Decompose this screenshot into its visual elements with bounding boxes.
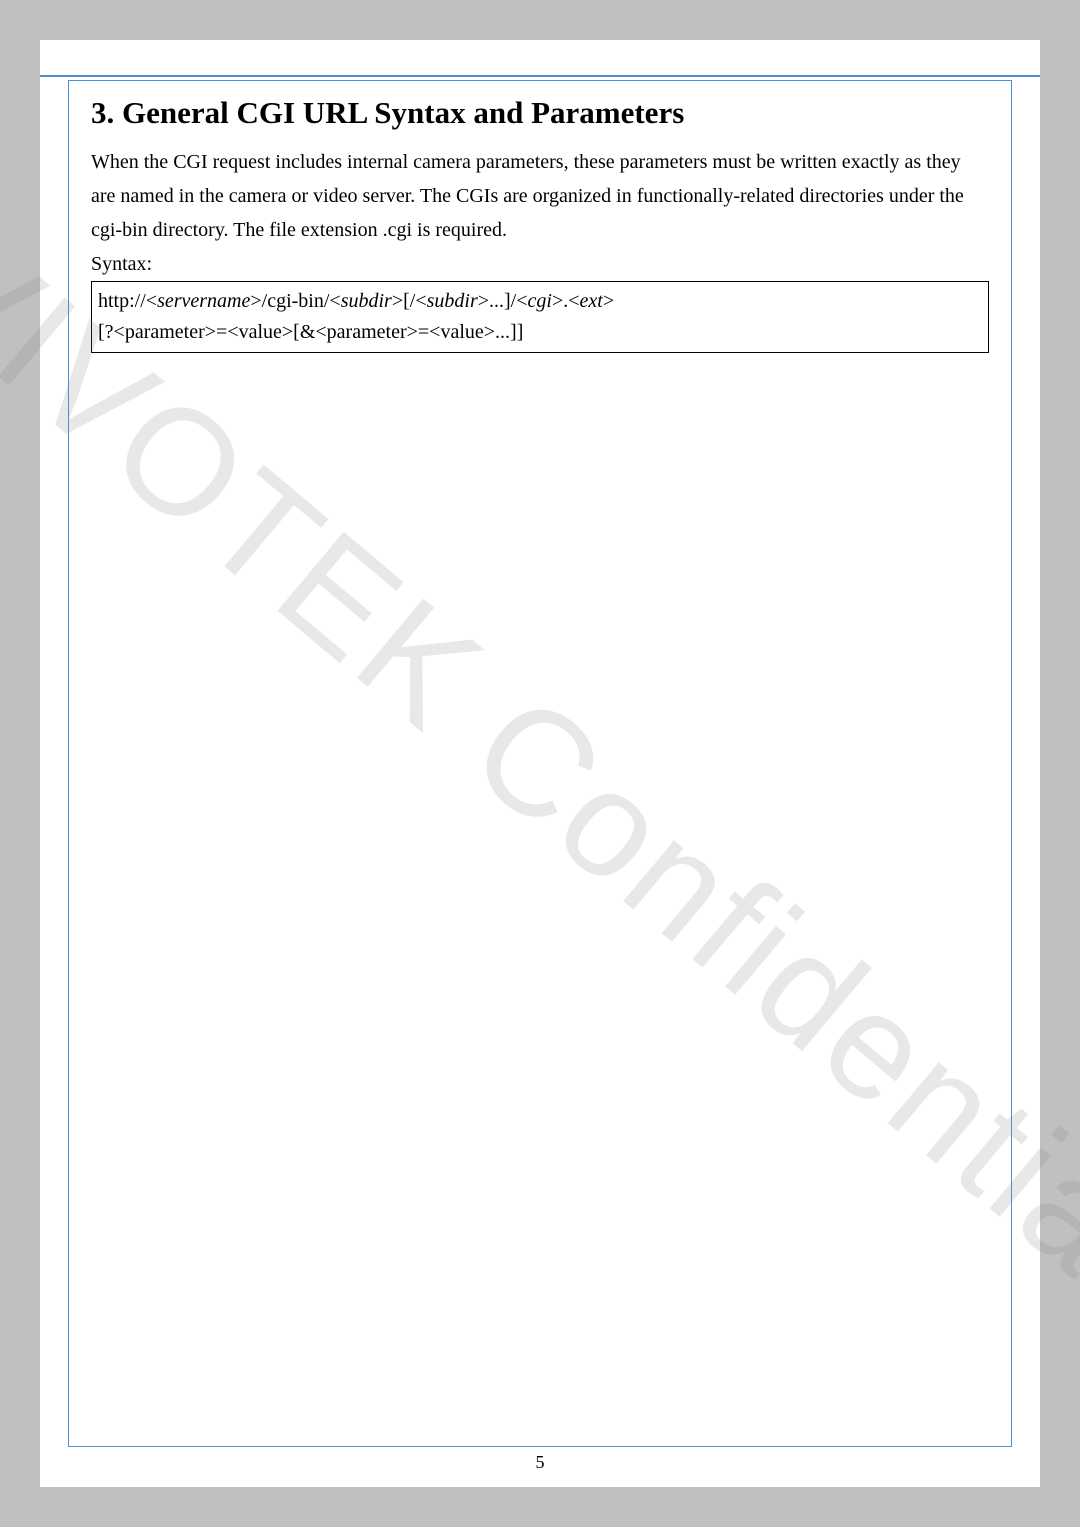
syntax-text: >/cgi-bin/< <box>250 290 340 312</box>
syntax-param-cgi: cgi <box>528 290 552 312</box>
syntax-text: > <box>603 290 614 312</box>
syntax-text: >.< <box>552 290 580 312</box>
syntax-param-ext: ext <box>580 290 603 312</box>
syntax-param-subdir2: subdir <box>427 290 478 312</box>
section-paragraph: When the CGI request includes internal c… <box>91 145 989 247</box>
content-box: VIVOTEK Confidential 3. General CGI URL … <box>68 80 1012 1447</box>
syntax-line-2: [?<parameter>=<value>[&<parameter>=<valu… <box>98 317 982 348</box>
syntax-text: >...]/< <box>478 290 528 312</box>
watermark-text: VIVOTEK Confidential <box>0 195 1080 1333</box>
syntax-line-1: http://<servername>/cgi-bin/<subdir>[/<s… <box>98 286 982 317</box>
syntax-box: http://<servername>/cgi-bin/<subdir>[/<s… <box>91 281 989 353</box>
syntax-text: http://< <box>98 290 157 312</box>
syntax-text: >[/< <box>392 290 427 312</box>
syntax-label: Syntax: <box>91 249 989 279</box>
section-title: 3. General CGI URL Syntax and Parameters <box>91 95 989 131</box>
header-divider <box>40 75 1040 77</box>
syntax-param-subdir: subdir <box>341 290 392 312</box>
header-brand: VIVOTEK <box>78 54 1020 71</box>
page-container: VIVOTEK VIVOTEK Confidential 3. General … <box>40 40 1040 1487</box>
footer-page-number: 5 <box>40 1452 1040 1473</box>
syntax-param-servername: servername <box>157 290 250 312</box>
